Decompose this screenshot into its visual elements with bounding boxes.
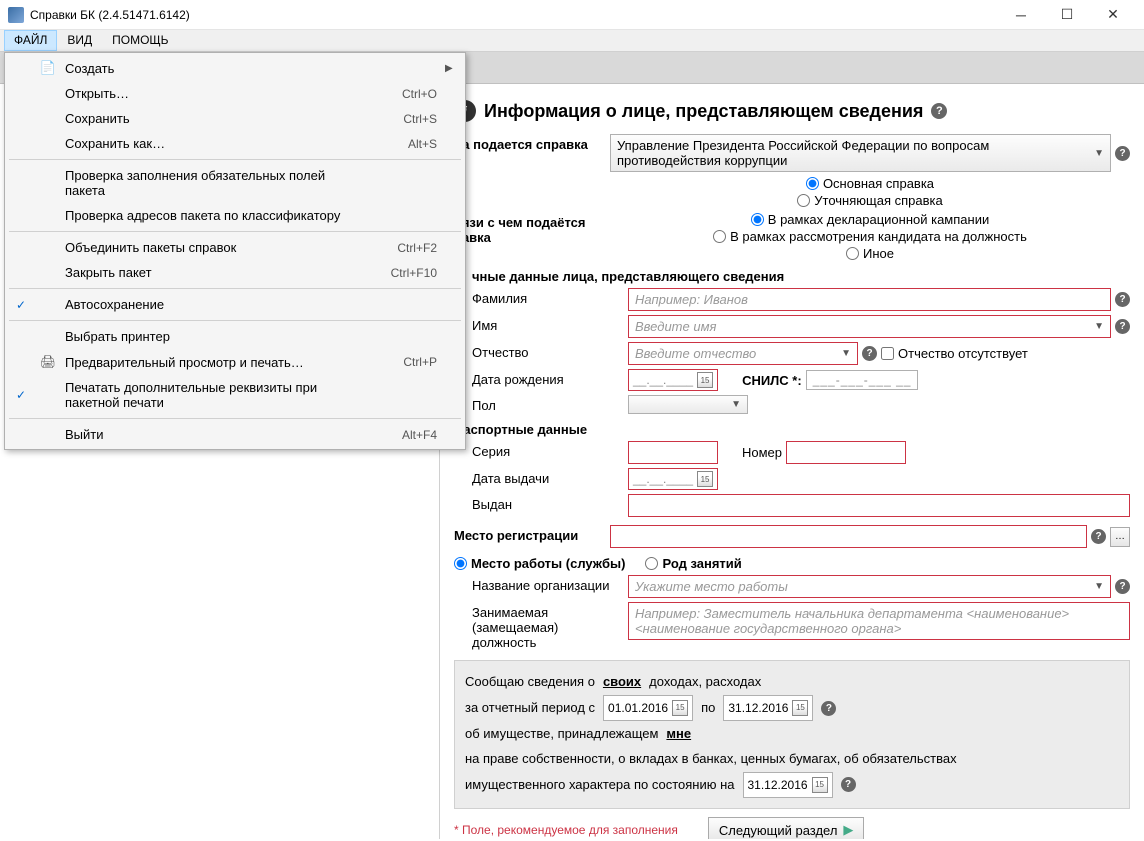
firstname-label: Имя [454, 315, 622, 333]
dest-label: да подается справка [454, 134, 604, 152]
help-icon[interactable]: ? [1115, 579, 1130, 594]
snils-field[interactable]: ___-___-___ __ [806, 370, 919, 390]
type-radio[interactable]: Основная справка [806, 176, 934, 191]
lastname-label: Фамилия [454, 288, 622, 306]
menu-item[interactable]: ✓Печатать дополнительные реквизиты при п… [7, 375, 463, 415]
section-heading: Информация о лице, представляющем сведен… [484, 101, 923, 122]
reason-radio[interactable]: В рамках декларационной кампании [751, 212, 989, 227]
help-icon[interactable]: ? [862, 346, 877, 361]
file-menu-dropdown[interactable]: 📄Создать▶Открыть…Ctrl+OСохранитьCtrl+SСо… [4, 52, 466, 450]
help-icon[interactable]: ? [821, 701, 836, 716]
menu-item[interactable]: 📄Создать▶ [7, 55, 463, 81]
dest-dropdown[interactable]: Управление Президента Российской Федерац… [610, 134, 1111, 172]
dob-label: Дата рождения [454, 369, 622, 387]
no-middlename-checkbox[interactable]: Отчество отсутствует [881, 346, 1028, 361]
org-field[interactable]: Укажите место работы▼ [628, 575, 1111, 598]
menu-item[interactable]: Выбрать принтер [7, 324, 463, 349]
number-field[interactable] [786, 441, 906, 464]
middlename-label: Отчество [454, 342, 622, 360]
calendar-icon[interactable]: 15 [812, 777, 828, 793]
calendar-icon[interactable]: 15 [792, 700, 808, 716]
snils-label: СНИЛС *: [742, 373, 802, 388]
help-icon[interactable]: ? [1091, 529, 1106, 544]
position-label: Занимаемая (замещаемая) должность [454, 602, 622, 650]
series-field[interactable] [628, 441, 718, 464]
series-label: Серия [454, 441, 622, 459]
menu-item[interactable]: ✓Автосохранение [7, 292, 463, 317]
next-section-button[interactable]: Следующий раздел▶ [708, 817, 865, 839]
personal-data-heading: чные данные лица, представляющего сведен… [454, 269, 1130, 284]
occupation-radio[interactable]: Род занятий [645, 556, 741, 571]
work-radio[interactable]: Место работы (службы) [454, 556, 625, 571]
help-icon[interactable]: ? [1115, 319, 1130, 334]
middlename-field[interactable]: Введите отчество▼ [628, 342, 858, 365]
period-from[interactable]: 01.01.201615 [603, 695, 693, 721]
menu-item[interactable]: СохранитьCtrl+S [7, 106, 463, 131]
reg-label: Место регистрации [454, 525, 604, 543]
as-of-date[interactable]: 31.12.201615 [743, 772, 833, 798]
browse-button[interactable]: … [1110, 527, 1130, 547]
menu-file[interactable]: ФАЙЛ [4, 30, 57, 51]
help-icon[interactable]: ? [1115, 292, 1130, 307]
issued-by-label: Выдан [454, 494, 622, 512]
lastname-field[interactable]: Например: Иванов [628, 288, 1111, 311]
form-panel: i Информация о лице, представляющем свед… [440, 84, 1144, 839]
reason-label: вязи с чем подаётся равка [454, 212, 604, 245]
chevron-right-icon: ▶ [843, 822, 853, 838]
type-radio[interactable]: Уточняющая справка [797, 193, 942, 208]
menu-item[interactable]: Объединить пакеты справокCtrl+F2 [7, 235, 463, 260]
firstname-field[interactable]: Введите имя▼ [628, 315, 1111, 338]
menu-help[interactable]: ПОМОЩЬ [102, 30, 178, 51]
menu-item[interactable]: Сохранить как…Alt+S [7, 131, 463, 156]
help-icon[interactable]: ? [931, 103, 947, 119]
issue-date-field[interactable]: __.__.____15 [628, 468, 718, 490]
passport-heading: Паспортные данные [454, 422, 1130, 437]
help-icon[interactable]: ? [841, 777, 856, 792]
required-footnote: * Поле, рекомендуемое для заполнения [454, 823, 678, 837]
sex-label: Пол [454, 395, 622, 413]
issued-by-field[interactable] [628, 494, 1130, 517]
org-label: Название организации [454, 575, 622, 593]
dob-field[interactable]: __.__.____15 [628, 369, 718, 391]
menu-item[interactable]: Закрыть пакетCtrl+F10 [7, 260, 463, 285]
position-field[interactable]: Например: Заместитель начальника департа… [628, 602, 1130, 640]
menu-view[interactable]: ВИД [57, 30, 102, 51]
menu-item[interactable]: Проверка адресов пакета по классификатор… [7, 203, 463, 228]
reason-radio[interactable]: В рамках рассмотрения кандидата на должн… [713, 229, 1027, 244]
help-icon[interactable]: ? [1115, 146, 1130, 161]
close-button[interactable]: ✕ [1090, 0, 1136, 30]
menu-item[interactable]: Открыть…Ctrl+O [7, 81, 463, 106]
reason-radio[interactable]: Иное [846, 246, 894, 261]
menu-item[interactable]: ВыйтиAlt+F4 [7, 422, 463, 447]
minimize-button[interactable]: ─ [998, 0, 1044, 30]
calendar-icon[interactable]: 15 [697, 471, 713, 487]
period-to[interactable]: 31.12.201615 [723, 695, 813, 721]
reg-field[interactable] [610, 525, 1087, 548]
app-icon [8, 7, 24, 23]
menu-item[interactable]: Проверка заполнения обязательных полей п… [7, 163, 463, 203]
calendar-icon[interactable]: 15 [697, 372, 713, 388]
maximize-button[interactable]: ☐ [1044, 0, 1090, 30]
calendar-icon[interactable]: 15 [672, 700, 688, 716]
declaration-block: Сообщаю сведения о своих доходах, расход… [454, 660, 1130, 809]
number-label: Номер [742, 445, 782, 460]
issue-date-label: Дата выдачи [454, 468, 622, 486]
window-title: Справки БК (2.4.51471.6142) [30, 8, 998, 22]
sex-dropdown[interactable]: ▼ [628, 395, 748, 414]
menu-item[interactable]: 🖨Предварительный просмотр и печать…Ctrl+… [7, 349, 463, 375]
